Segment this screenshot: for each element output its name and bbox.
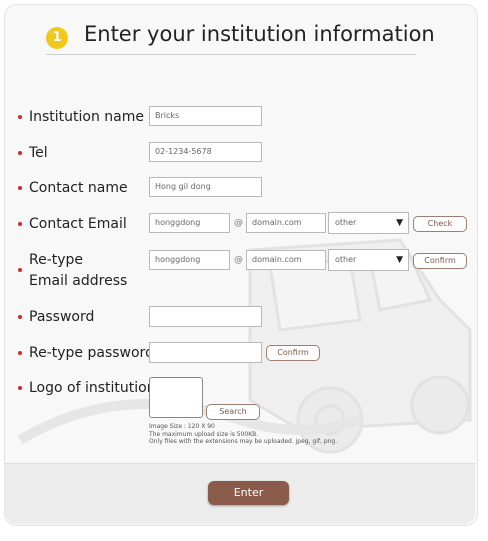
required-dot	[18, 222, 22, 226]
required-dot	[18, 115, 22, 119]
confirm-email-button[interactable]: Confirm	[413, 253, 467, 269]
chevron-down-icon: ▼	[396, 255, 403, 265]
chevron-down-icon: ▼	[396, 218, 403, 228]
section-header: 1 Enter your institution information	[46, 20, 435, 55]
required-dot	[18, 351, 22, 355]
institution-name-input[interactable]: Bricks	[149, 106, 262, 126]
upload-notes: Image Size : 120 X 90 The maximum upload…	[149, 423, 338, 446]
retype-email-domain-input[interactable]: domain.com	[246, 250, 326, 270]
required-dot	[18, 315, 22, 319]
email-domain-input[interactable]: domain.com	[246, 213, 326, 233]
tel-input[interactable]: 02-1234-5678	[149, 142, 262, 162]
email-id-input[interactable]: honggdong	[149, 213, 230, 233]
at-symbol: @	[234, 218, 243, 228]
confirm-password-button[interactable]: Confirm	[266, 345, 320, 361]
required-dot	[18, 268, 22, 272]
enter-button[interactable]: Enter	[208, 481, 289, 505]
required-dot	[18, 186, 22, 190]
page-title: Enter your institution information	[84, 22, 435, 46]
logo-preview-box	[149, 377, 203, 418]
required-dot	[18, 151, 22, 155]
retype-password-input[interactable]	[149, 342, 262, 363]
password-input[interactable]	[149, 306, 262, 327]
check-email-button[interactable]: Check	[413, 216, 467, 232]
contact-name-input[interactable]: Hong gil dong	[149, 177, 262, 197]
required-dot	[18, 386, 22, 390]
search-logo-button[interactable]: Search	[206, 404, 260, 420]
retype-email-domain-select[interactable]: other ▼	[328, 249, 409, 271]
at-symbol: @	[234, 255, 243, 265]
email-domain-select[interactable]: other ▼	[328, 212, 409, 234]
step-number-badge: 1	[46, 27, 68, 49]
retype-email-id-input[interactable]: honggdong	[149, 250, 230, 270]
